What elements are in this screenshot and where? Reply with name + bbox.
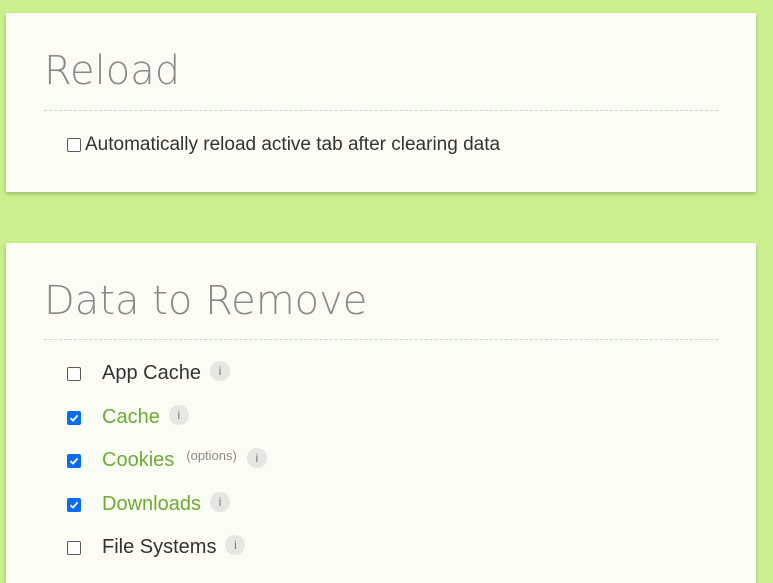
auto-reload-label: Automatically reload active tab after cl… [85, 134, 501, 155]
file-systems-info-icon[interactable]: i [225, 534, 246, 555]
data-item-downloads[interactable]: Downloads i [67, 491, 230, 516]
reload-section-title: Reload [44, 48, 181, 94]
file-systems-label: File Systems [102, 536, 217, 558]
file-systems-checkbox[interactable] [67, 540, 81, 555]
section-divider [44, 339, 718, 340]
auto-reload-option[interactable]: Automatically reload active tab after cl… [67, 134, 500, 156]
downloads-checkbox[interactable] [67, 497, 81, 512]
cookies-info-icon[interactable]: i [246, 447, 267, 468]
data-item-cache[interactable]: Cache i [67, 404, 189, 429]
cache-info-icon[interactable]: i [168, 404, 189, 425]
cache-checkbox[interactable] [67, 410, 81, 425]
cookies-options-link[interactable]: (options) [186, 448, 237, 463]
app-cache-label: App Cache [102, 362, 201, 384]
downloads-info-icon[interactable]: i [209, 491, 230, 512]
data-item-file-systems[interactable]: File Systems i [67, 534, 246, 559]
data-to-remove-section: Data to Remove App Cache i Cache i Cooki… [6, 243, 756, 583]
data-item-app-cache[interactable]: App Cache i [67, 360, 230, 385]
data-item-cookies[interactable]: Cookies (options) i [67, 447, 267, 472]
app-cache-info-icon[interactable]: i [209, 360, 230, 381]
cookies-label: Cookies [102, 449, 175, 471]
auto-reload-checkbox[interactable] [67, 138, 81, 152]
app-cache-checkbox[interactable] [67, 366, 81, 381]
cache-label: Cache [102, 406, 160, 428]
section-divider [44, 110, 718, 111]
data-section-title: Data to Remove [44, 278, 368, 324]
reload-section: Reload Automatically reload active tab a… [6, 13, 756, 192]
downloads-label: Downloads [102, 493, 201, 515]
cookies-checkbox[interactable] [67, 453, 81, 468]
